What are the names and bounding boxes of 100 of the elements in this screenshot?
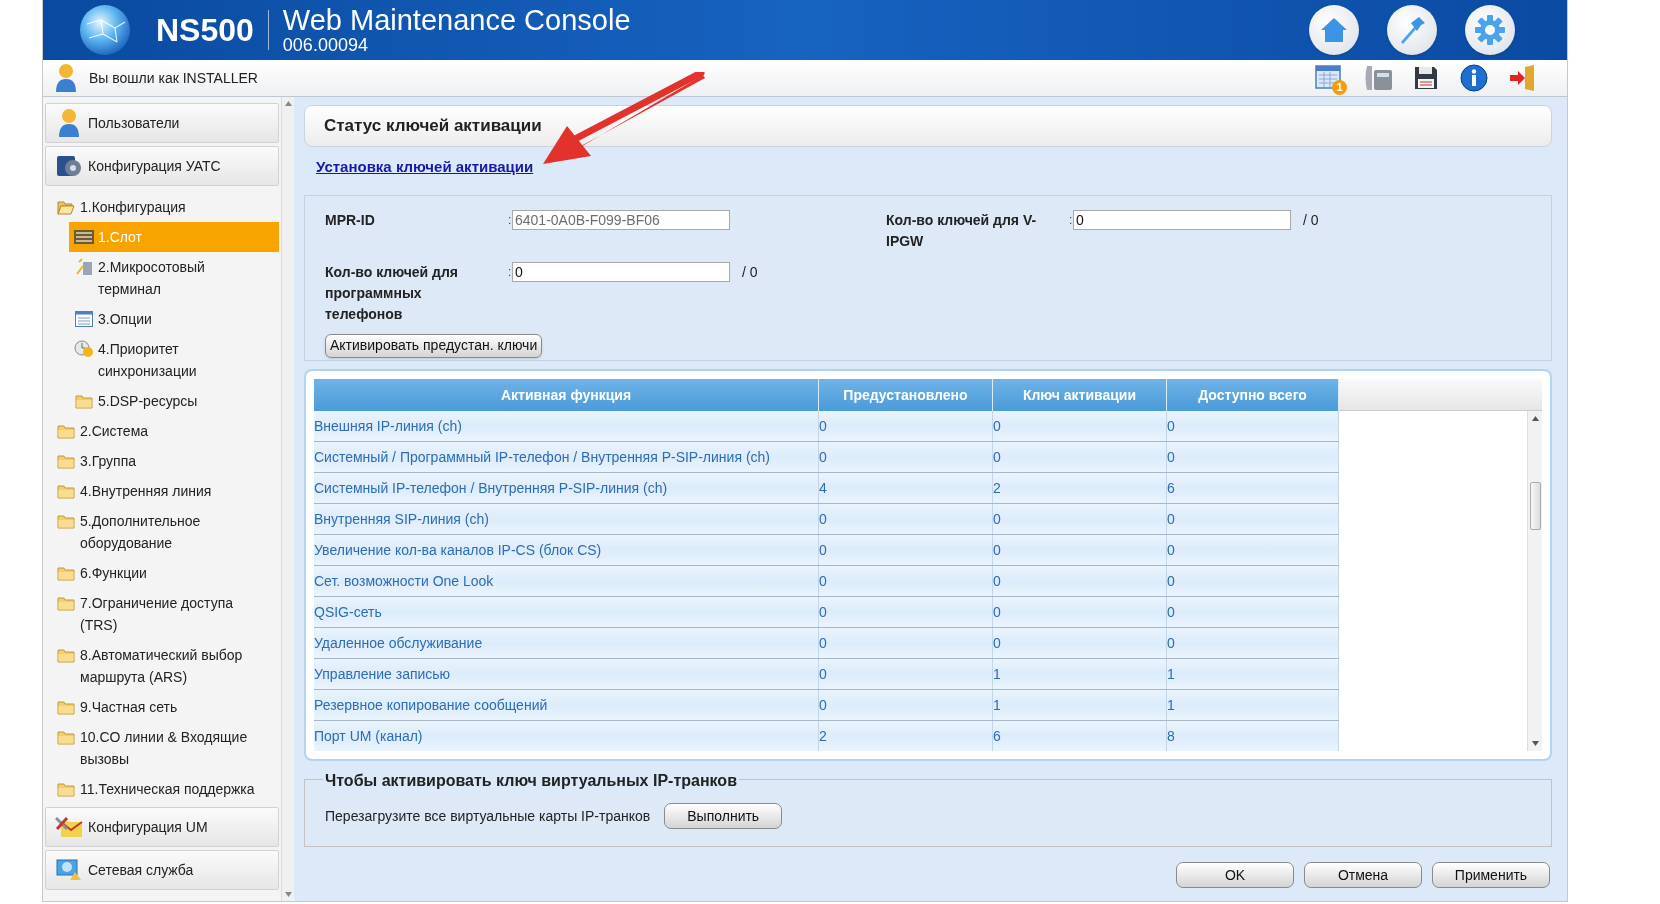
table-cell: Порт UM (канал)	[314, 721, 819, 751]
apply-button[interactable]: Применить	[1432, 862, 1550, 888]
folder-icon	[57, 483, 75, 499]
table-cell: Сет. возможности One Look	[314, 566, 819, 596]
settings-button[interactable]	[1465, 5, 1515, 55]
tree-item[interactable]: 4.Внутренняя линия	[55, 476, 281, 506]
text-field[interactable]: 0	[512, 262, 730, 282]
table-cell: 1	[993, 659, 1167, 689]
sidebar-panel-header[interactable]: Конфигурация UM	[45, 807, 279, 847]
table-cell: 4	[819, 473, 993, 503]
notification-badge: 1	[1332, 80, 1347, 95]
cancel-button[interactable]: Отмена	[1304, 862, 1422, 888]
user-icon	[58, 108, 80, 138]
tree-item[interactable]: 1.Конфигурация	[55, 192, 281, 222]
table-cell: Внутренняя SIP-линия (ch)	[314, 504, 819, 534]
login-text: Вы вошли как INSTALLER	[89, 68, 258, 88]
folder-icon	[75, 393, 93, 409]
tree-item[interactable]: 3.Группа	[55, 446, 281, 476]
server-gear-icon	[56, 153, 82, 179]
table-cell: 2	[819, 721, 993, 751]
page-title: Статус ключей активации	[324, 115, 542, 138]
table-cell: 2	[993, 473, 1167, 503]
clock-warning-icon	[74, 340, 94, 358]
logout-button[interactable]	[1507, 63, 1537, 93]
scroll-up-icon	[1531, 416, 1539, 421]
folder-icon	[57, 453, 75, 469]
home-button[interactable]	[1309, 5, 1359, 55]
field-suffix: / 0	[1303, 211, 1319, 230]
reboot-instruction: Перезагрузите все виртуальные карты IP-транков	[325, 806, 651, 826]
table-cell: 0	[1167, 535, 1339, 565]
tree-item[interactable]: 11.Техническая поддержка	[55, 774, 281, 804]
folder-icon	[57, 565, 75, 581]
activate-keys-button[interactable]: Активировать предустан. ключи	[325, 333, 543, 358]
scroll-up-icon	[284, 101, 292, 106]
table-cell: 0	[1167, 442, 1339, 472]
field-label: MPR-ID	[325, 211, 376, 230]
sidebar-panel-header[interactable]: Сетевая служба	[45, 850, 279, 890]
list-window-icon	[75, 311, 93, 327]
table-cell: Внешняя IP-линия (ch)	[314, 411, 819, 441]
folder-icon	[57, 781, 75, 797]
folder-icon	[57, 423, 75, 439]
tree-item[interactable]: 6.Функции	[55, 558, 281, 588]
scroll-down-icon	[284, 892, 292, 897]
table-cell: 0	[819, 690, 993, 720]
panel-label: Сетевая служба	[88, 860, 194, 880]
field-separator: :	[508, 212, 512, 229]
table-cell: 0	[819, 442, 993, 472]
scrollbar-thumb[interactable]	[1529, 482, 1541, 530]
field-separator: :	[508, 264, 512, 281]
user-icon	[55, 63, 77, 93]
table-cell: 0	[819, 411, 993, 441]
exit-door-icon	[1508, 65, 1536, 91]
table-cell: 0	[993, 442, 1167, 472]
tree-item[interactable]: 8.Автоматический выбор маршрута (ARS)	[55, 640, 281, 692]
network-monitor-icon	[56, 858, 82, 882]
table-cell: Системный IP-телефон / Внутренняя P-SIP-линия (ch)	[314, 473, 819, 503]
sidebar-panel-header[interactable]: Конфигурация УАТС	[45, 146, 279, 186]
table-cell: 0	[993, 535, 1167, 565]
tree-item[interactable]: 10.CO линии & Входящие вызовы	[55, 722, 281, 774]
tree-item[interactable]: 5.Дополнительное оборудование	[55, 506, 281, 558]
table-scrollbar[interactable]	[1527, 411, 1542, 751]
field-label: Кол-во ключей для программных телефонов	[325, 263, 460, 324]
sidebar-panel-header[interactable]: Пользователи	[45, 103, 279, 143]
home-icon	[1319, 16, 1349, 44]
scroll-down-icon	[1531, 741, 1539, 746]
table-cell: 0	[993, 597, 1167, 627]
text-field[interactable]: 0	[1073, 210, 1291, 230]
table-cell: 0	[993, 504, 1167, 534]
phone-button[interactable]	[1363, 63, 1393, 93]
sidebar-scrollbar[interactable]	[281, 97, 294, 901]
table-cell: 0	[1167, 504, 1339, 534]
table-cell: 0	[819, 566, 993, 596]
table-cell: Управление записью	[314, 659, 819, 689]
settings-icon	[1474, 14, 1506, 46]
table-cell: 0	[1167, 566, 1339, 596]
table-cell: Удаленное обслуживание	[314, 628, 819, 658]
tree-item[interactable]: 5.DSP-ресурсы	[69, 386, 281, 416]
field-suffix: / 0	[742, 263, 758, 282]
execute-button[interactable]: Выполнить	[664, 803, 783, 829]
table-cell: 0	[1167, 597, 1339, 627]
tree-item[interactable]: 9.Частная сеть	[55, 692, 281, 722]
table-cell: 0	[819, 597, 993, 627]
info-icon	[1460, 64, 1488, 92]
table-cell: 0	[819, 535, 993, 565]
tree-item[interactable]: 4.Приоритет синхронизации	[69, 334, 281, 386]
table-cell: 6	[993, 721, 1167, 751]
field-separator: :	[1069, 212, 1073, 229]
field-label: Кол-во ключей для V-IPGW	[886, 211, 1038, 251]
table-cell: Резервное копирование сообщений	[314, 690, 819, 720]
ok-button[interactable]: OK	[1176, 862, 1294, 888]
info-button[interactable]	[1459, 63, 1489, 93]
tools-button[interactable]	[1387, 5, 1437, 55]
folder-icon	[57, 699, 75, 715]
tree-item[interactable]: 2.Система	[55, 416, 281, 446]
folder-icon	[57, 513, 75, 529]
tree-item[interactable]: 7.Ограничение доступа (TRS)	[55, 588, 281, 640]
tree-item[interactable]: 3.Опции	[69, 304, 281, 334]
table-cell: 0	[993, 411, 1167, 441]
tree-item[interactable]: 2.Микросотовый терминал	[69, 252, 281, 304]
activation-key-link[interactable]: Установка ключей активации	[316, 155, 534, 179]
